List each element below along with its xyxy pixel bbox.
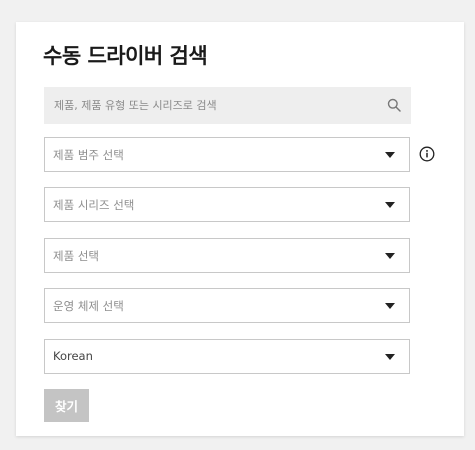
product-select-label: 제품 선택 [53,249,99,263]
product-select[interactable]: 제품 선택 [44,238,410,273]
chevron-down-icon [385,354,395,360]
chevron-down-icon [385,152,395,158]
search-icon[interactable] [387,98,401,112]
product-category-select[interactable]: 제품 범주 선택 [44,137,410,172]
page-title: 수동 드라이버 검색 [43,44,208,68]
chevron-down-icon [385,202,395,208]
find-button[interactable]: 찾기 [44,389,89,422]
language-select-label: Korean [53,349,93,363]
operating-system-select-label: 운영 체제 선택 [53,299,124,313]
product-series-select-label: 제품 시리즈 선택 [53,198,135,212]
search-box[interactable] [44,87,411,124]
product-series-select[interactable]: 제품 시리즈 선택 [44,187,410,222]
product-category-select-label: 제품 범주 선택 [53,148,124,162]
driver-search-card: 수동 드라이버 검색 제품 범주 선택 제품 시리즈 선택 제품 선택 운영 체… [16,22,464,436]
chevron-down-icon [385,303,395,309]
search-input[interactable] [54,87,384,124]
info-icon[interactable] [419,146,435,162]
chevron-down-icon [385,253,395,259]
language-select[interactable]: Korean [44,339,410,374]
operating-system-select[interactable]: 운영 체제 선택 [44,288,410,323]
